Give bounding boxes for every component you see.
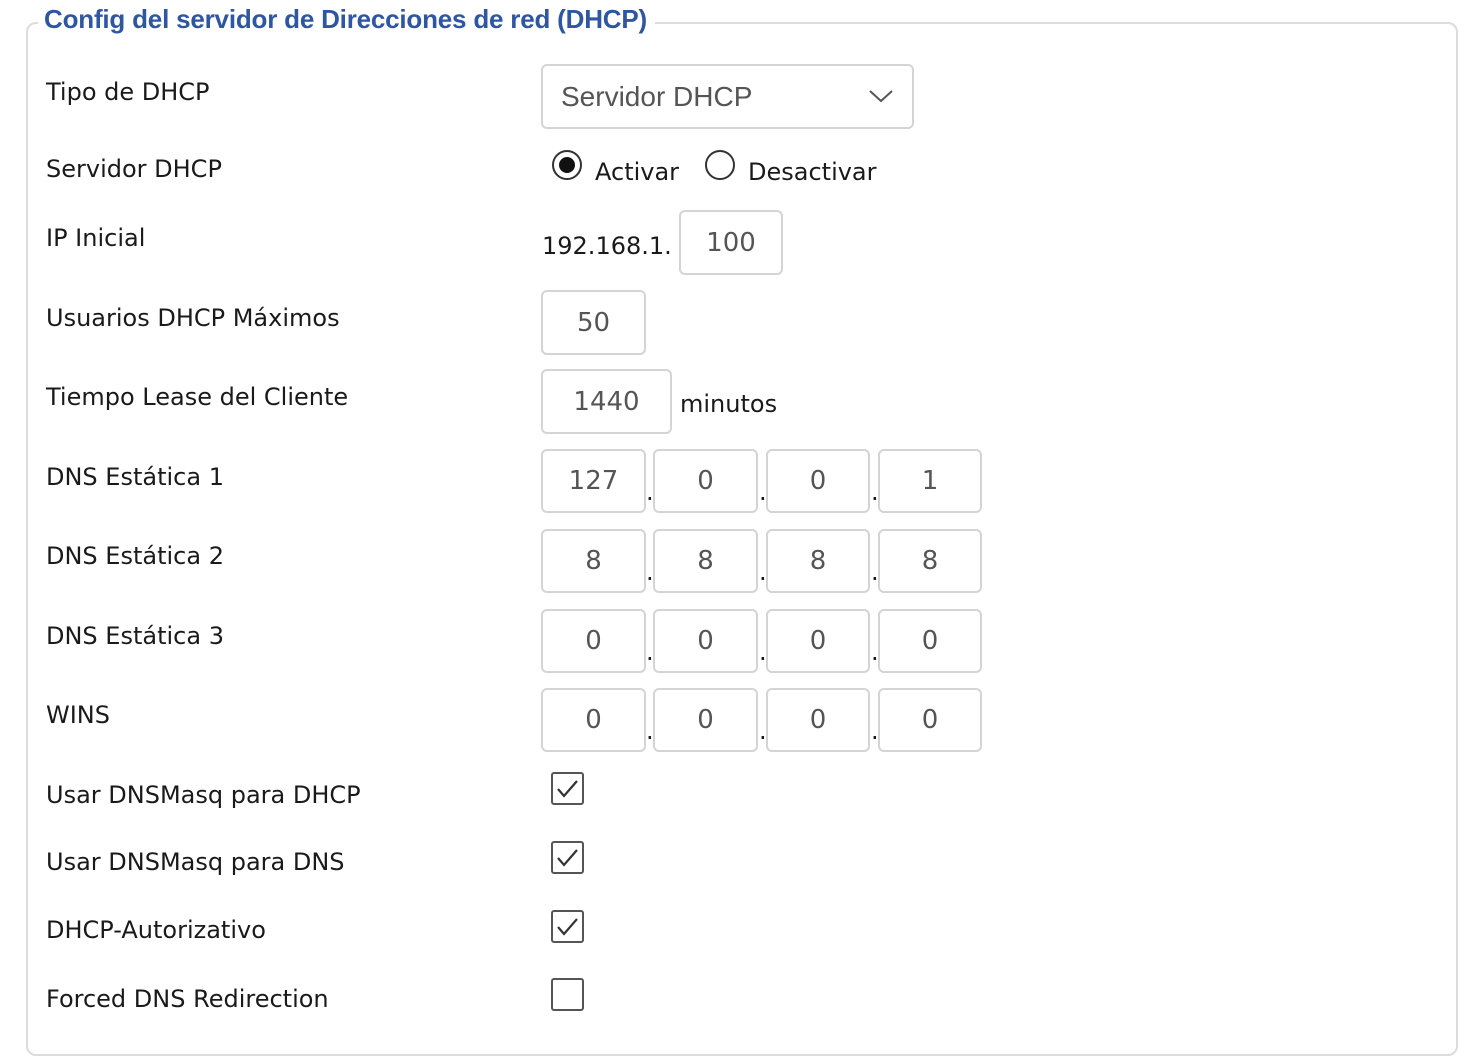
dnsmasq-dns-checkbox[interactable] (551, 841, 584, 874)
dhcp-authoritative-checkbox[interactable] (551, 910, 584, 943)
dhcp-server-label: Servidor DHCP (46, 155, 222, 183)
lease-time-input[interactable]: 1440 (541, 369, 672, 434)
dns3-octet-2[interactable]: 0 (653, 609, 758, 673)
dns2-label: DNS Estática 2 (46, 542, 224, 570)
dns1-octet-1[interactable]: 127 (541, 449, 646, 513)
wins-octet-2[interactable]: 0 (653, 688, 758, 752)
wins-octet-3[interactable]: 0 (766, 688, 870, 752)
wins-label: WINS (46, 701, 110, 729)
dns2-octet-2[interactable]: 8 (653, 529, 758, 593)
lease-time-label: Tiempo Lease del Cliente (46, 383, 349, 411)
dns1-octet-2[interactable]: 0 (653, 449, 758, 513)
dns1-octet-4[interactable]: 1 (878, 449, 982, 513)
forced-dns-label: Forced DNS Redirection (46, 985, 329, 1013)
dhcp-authoritative-label: DHCP-Autorizativo (46, 916, 266, 944)
dns3-octet-3[interactable]: 0 (766, 609, 870, 673)
forced-dns-checkbox[interactable] (551, 978, 584, 1011)
dnsmasq-dhcp-checkbox[interactable] (551, 772, 584, 805)
dns2-octet-4[interactable]: 8 (878, 529, 982, 593)
start-ip-label: IP Inicial (46, 224, 146, 252)
dnsmasq-dns-label: Usar DNSMasq para DNS (46, 848, 345, 876)
chevron-down-icon (869, 90, 893, 103)
dns2-octet-1[interactable]: 8 (541, 529, 646, 593)
section-title: Config del servidor de Direcciones de re… (38, 2, 655, 36)
dhcp-type-value: Servidor DHCP (561, 80, 753, 112)
radio-activar-label: Activar (595, 158, 680, 186)
dns1-octet-3[interactable]: 0 (766, 449, 870, 513)
lease-time-unit: minutos (680, 390, 778, 418)
max-users-input[interactable]: 50 (541, 290, 646, 355)
dns1-label: DNS Estática 1 (46, 463, 224, 491)
dns3-octet-4[interactable]: 0 (878, 609, 982, 673)
dhcp-type-label: Tipo de DHCP (46, 78, 210, 106)
dns2-octet-3[interactable]: 8 (766, 529, 870, 593)
dnsmasq-dhcp-label: Usar DNSMasq para DHCP (46, 781, 361, 809)
radio-activar[interactable] (551, 149, 583, 181)
dns3-octet-1[interactable]: 0 (541, 609, 646, 673)
dhcp-type-select[interactable]: Servidor DHCP (541, 64, 914, 129)
start-ip-prefix: 192.168.1. (542, 232, 672, 260)
radio-desactivar-label: Desactivar (748, 158, 877, 186)
wins-octet-4[interactable]: 0 (878, 688, 982, 752)
start-ip-input[interactable]: 100 (679, 210, 783, 275)
wins-octet-1[interactable]: 0 (541, 688, 646, 752)
dns3-label: DNS Estática 3 (46, 622, 224, 650)
max-users-label: Usuarios DHCP Máximos (46, 304, 340, 332)
radio-desactivar[interactable] (704, 149, 736, 181)
